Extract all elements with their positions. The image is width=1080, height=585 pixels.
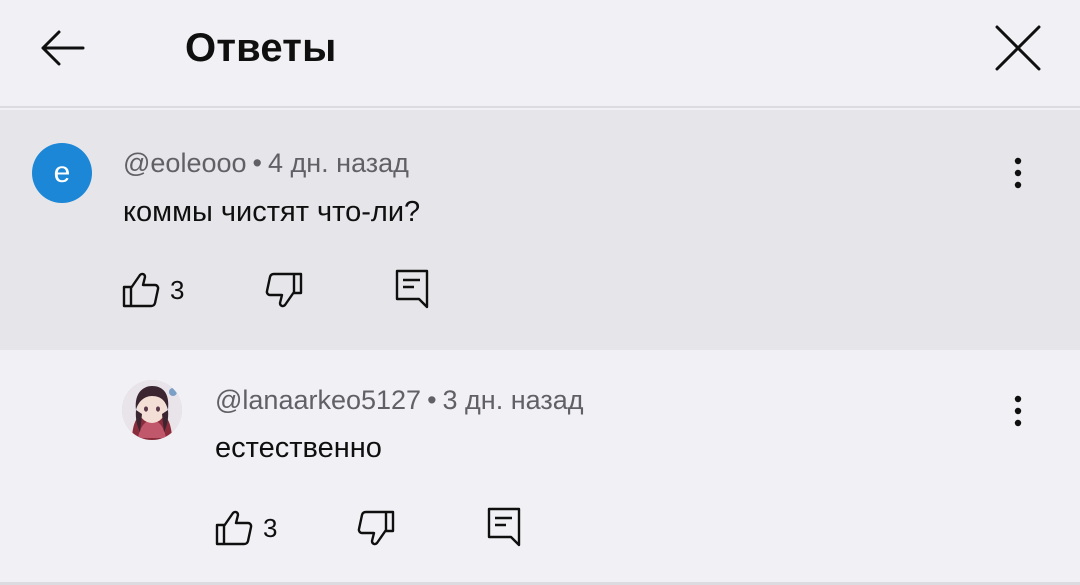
avatar-letter: e bbox=[53, 156, 71, 189]
comment-time: 4 дн. назад bbox=[267, 148, 409, 178]
header-bar: Ответы bbox=[0, 0, 1080, 108]
comment-text: естественно bbox=[215, 432, 382, 464]
dislike-button[interactable] bbox=[265, 272, 303, 308]
comment-author[interactable]: @lanaarkeo5127 bbox=[215, 385, 421, 415]
close-icon bbox=[995, 25, 1041, 71]
reply-button[interactable] bbox=[395, 269, 429, 309]
comment-reply-icon bbox=[395, 269, 429, 309]
comment-more-button[interactable] bbox=[998, 145, 1038, 201]
more-vert-icon bbox=[1014, 395, 1022, 427]
more-vert-icon bbox=[1014, 157, 1022, 189]
meta-separator: • bbox=[252, 148, 262, 178]
like-button[interactable]: 3 bbox=[122, 272, 184, 308]
thumb-down-icon bbox=[265, 272, 303, 308]
comment-more-button[interactable] bbox=[998, 383, 1038, 439]
comment-reply-icon bbox=[487, 507, 521, 547]
comment-time: 3 дн. назад bbox=[442, 385, 584, 415]
like-button[interactable]: 3 bbox=[215, 510, 277, 546]
comment-meta: @lanaarkeo5127 • 3 дн. назад bbox=[215, 383, 583, 417]
thumb-down-icon bbox=[357, 510, 395, 546]
like-count: 3 bbox=[263, 513, 278, 543]
reply-comment: @lanaarkeo5127 • 3 дн. назад естественно 3 bbox=[0, 350, 1080, 582]
dislike-button[interactable] bbox=[357, 510, 395, 546]
thumb-up-icon bbox=[122, 272, 160, 308]
comment-author[interactable]: @eoleooo bbox=[123, 148, 247, 178]
meta-separator: • bbox=[427, 385, 437, 415]
page-title: Ответы bbox=[185, 26, 337, 70]
arrow-left-icon bbox=[41, 30, 85, 66]
back-button[interactable] bbox=[30, 20, 94, 76]
avatar[interactable]: e bbox=[32, 143, 92, 203]
thumb-up-icon bbox=[215, 510, 253, 546]
parent-comment: e @eoleooo • 4 дн. назад коммы чистят что-… bbox=[0, 110, 1080, 350]
like-count: 3 bbox=[170, 275, 185, 305]
comment-text: коммы чистят что-ли? bbox=[123, 196, 421, 228]
comment-meta: @eoleooo • 4 дн. назад bbox=[123, 146, 409, 180]
reply-button[interactable] bbox=[487, 507, 521, 547]
avatar[interactable] bbox=[122, 380, 182, 440]
close-button[interactable] bbox=[988, 18, 1048, 78]
anime-avatar-icon bbox=[122, 380, 182, 440]
